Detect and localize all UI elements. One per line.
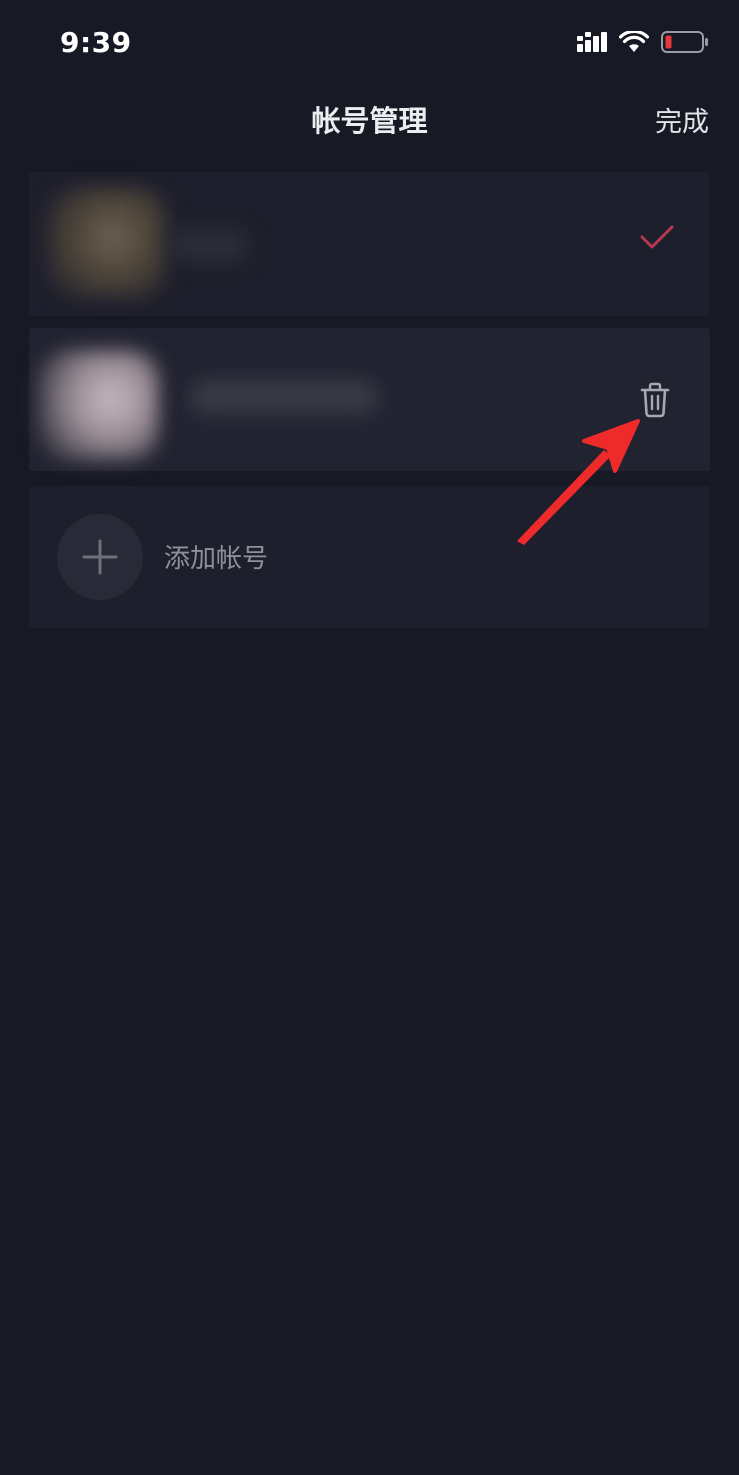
avatar bbox=[39, 350, 159, 460]
account-row-current[interactable] bbox=[29, 172, 710, 316]
account-name-blurred bbox=[169, 228, 249, 262]
add-account-button[interactable] bbox=[57, 514, 143, 600]
wifi-icon bbox=[618, 29, 650, 57]
plus-icon bbox=[82, 539, 118, 575]
nav-header: 帐号管理 完成 bbox=[0, 88, 739, 150]
status-time: 9:39 bbox=[60, 26, 132, 59]
battery-low-icon bbox=[661, 30, 709, 58]
add-account-label: 添加帐号 bbox=[164, 544, 269, 574]
signal-icon bbox=[577, 30, 607, 58]
page-title: 帐号管理 bbox=[311, 104, 428, 138]
account-name-blurred bbox=[189, 380, 379, 414]
system-icons bbox=[577, 29, 709, 58]
trash-icon[interactable] bbox=[640, 382, 670, 422]
status-bar: 9:39 bbox=[0, 0, 739, 88]
check-icon bbox=[640, 224, 674, 254]
avatar bbox=[47, 188, 167, 298]
done-button[interactable]: 完成 bbox=[655, 100, 709, 139]
annotation-arrow-icon bbox=[517, 419, 640, 545]
